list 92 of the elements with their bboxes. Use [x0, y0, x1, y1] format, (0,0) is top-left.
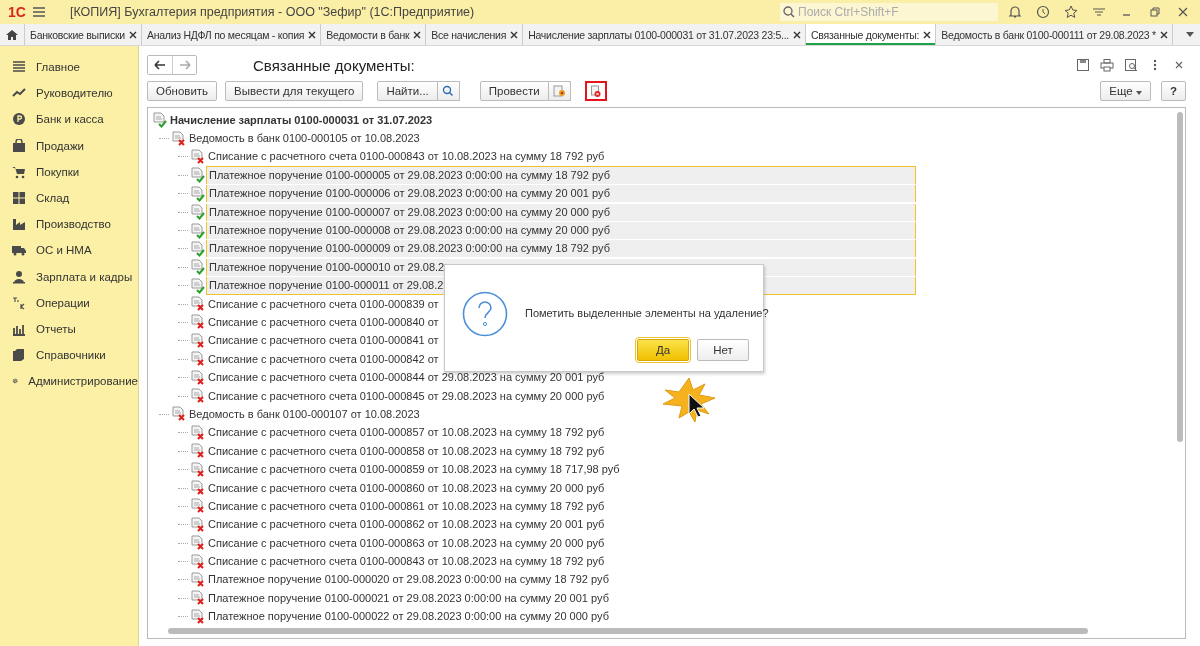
search-icon: [442, 85, 455, 97]
save-icon[interactable]: [1076, 58, 1090, 72]
tree-item[interactable]: Списание с расчетного счета 0100-000843 от 10.08.2023 на сумму 18 792 руб: [206, 148, 607, 166]
caret-icon: [1135, 91, 1142, 95]
document-stamp-icon: [552, 84, 566, 98]
form-title: Связанные документы:: [253, 56, 415, 74]
tree-item[interactable]: Платежное поручение 0100-000020 от 29.08.2023 0:00:00 на сумму 18 792 руб: [206, 571, 611, 589]
tree-item[interactable]: Ведомость в банк 0100-000107 от 10.08.2023: [187, 405, 422, 423]
close-icon[interactable]: [510, 30, 519, 39]
question-icon: [462, 291, 508, 337]
tree-item[interactable]: Платежное поручение 0100-000021 от 29.08.2023 0:00:00 на сумму 20 001 руб: [206, 589, 611, 607]
sidebar-item[interactable]: Справочники: [0, 342, 138, 369]
help-button[interactable]: ?: [1160, 81, 1186, 101]
print-icon[interactable]: [1100, 58, 1114, 72]
menu-icon[interactable]: [32, 5, 46, 19]
more-button[interactable]: Еще: [1100, 81, 1151, 101]
factory-icon: [12, 217, 26, 232]
truck-icon: [12, 243, 26, 258]
scrollbar[interactable]: [168, 628, 1088, 634]
document-delete-icon: [589, 84, 602, 98]
dialog-button[interactable]: Да: [637, 339, 689, 361]
post-button[interactable]: Провести: [479, 81, 549, 101]
sidebar-item[interactable]: ОС и НМА: [0, 237, 138, 264]
close-icon[interactable]: [128, 30, 137, 39]
tree-item[interactable]: Списание с расчетного счета 0100-000843 от 10.08.2023 на сумму 18 792 руб: [206, 553, 607, 571]
preview-icon[interactable]: [1124, 58, 1138, 72]
search-options-button[interactable]: [437, 81, 460, 101]
tree-item[interactable]: Списание с расчетного счета 0100-000840 от: [206, 314, 441, 331]
sidebar-item[interactable]: Отчеты: [0, 315, 138, 343]
close-icon[interactable]: [1159, 30, 1168, 39]
tree-item[interactable]: Платежное поручение 0100-000005 от 29.08.2023 0:00:00 на сумму 18 792 руб: [206, 166, 916, 185]
tree-item[interactable]: Платежное поручение 0100-000008 от 29.08.2023 0:00:00 на сумму 20 000 руб: [206, 222, 916, 240]
sidebar-item[interactable]: Продажи: [0, 132, 138, 159]
tree-item[interactable]: Списание с расчетного счета 0100-000859 от 10.08.2023 на сумму 18 717,98 руб: [206, 461, 622, 479]
dialog-button[interactable]: Нет: [697, 339, 749, 361]
dialog-message: Пометить выделенные элементы на удаление?: [525, 307, 769, 319]
tree-item[interactable]: Списание с расчетного счета 0100-000841 от: [206, 332, 441, 350]
tree-item[interactable]: Платежное поручение 0100-000006 от 29.08.2023 0:00:00 на сумму 20 001 руб: [206, 185, 916, 203]
close-icon[interactable]: [1176, 5, 1190, 19]
close-icon[interactable]: [413, 30, 422, 39]
window-title: [КОПИЯ] Бухгалтерия предприятия - ООО "Зефир" (1С:Предприятие): [70, 5, 475, 19]
sidebar-item[interactable]: Покупки: [0, 158, 138, 185]
tab[interactable]: Связанные документы:: [806, 24, 937, 45]
tree-item[interactable]: Списание с расчетного счета 0100-000862 от 10.08.2023 на сумму 20 001 руб: [206, 516, 607, 534]
tree-item[interactable]: Ведомость в банк 0100-000105 от 10.08.2023: [187, 130, 422, 148]
mark-deletion-button[interactable]: [584, 81, 607, 101]
grid-icon: [12, 191, 26, 206]
tree-item[interactable]: Списание с расчетного счета 0100-000842 от: [206, 350, 441, 368]
restore-icon[interactable]: [1148, 5, 1162, 19]
debit-credit-icon: [12, 295, 26, 310]
forward-arrow-icon: [178, 60, 191, 70]
tree-item[interactable]: Списание с расчетного счета 0100-000860 от 10.08.2023 на сумму 20 000 руб: [206, 479, 607, 497]
bell-icon[interactable]: [1008, 5, 1022, 19]
tree-item[interactable]: Списание с расчетного счета 0100-000844 от 29.08.2023 на сумму 20 001 руб: [206, 369, 607, 387]
tree-item[interactable]: Списание с расчетного счета 0100-000839 от: [206, 295, 441, 313]
tree-item[interactable]: Платежное поручение 0100-000009 от 29.08.2023 0:00:00 на сумму 18 792 руб: [206, 240, 916, 258]
sidebar-item[interactable]: Операции: [0, 289, 138, 316]
sidebar-item[interactable]: Администрирование: [0, 368, 138, 395]
scrollbar[interactable]: [1177, 112, 1183, 442]
back-arrow-icon: [154, 60, 166, 70]
bag-icon: [12, 138, 26, 153]
close-icon[interactable]: [308, 30, 317, 39]
tree-item[interactable]: Списание с расчетного счета 0100-000863 от 10.08.2023 на сумму 20 000 руб: [206, 534, 607, 552]
books-icon: [12, 348, 26, 363]
sidebar-item[interactable]: Производство: [0, 211, 138, 238]
app-logo[interactable]: 1С: [8, 4, 32, 20]
star-icon[interactable]: [1064, 5, 1078, 19]
history-icon[interactable]: [1036, 5, 1050, 19]
person-icon: [12, 269, 26, 284]
dropdown-icon[interactable]: [1186, 32, 1194, 37]
tree-item[interactable]: Начисление зарплаты 0100-000031 от 31.07.2023: [168, 111, 435, 129]
sidebar-item[interactable]: Банк и касса: [0, 106, 138, 133]
tree-item[interactable]: Списание с расчетного счета 0100-000857 от 10.08.2023 на сумму 18 792 руб: [206, 424, 607, 442]
home-icon[interactable]: [5, 27, 19, 42]
sidebar-item[interactable]: Главное: [0, 54, 138, 81]
tree-item[interactable]: Платежное поручение 0100-000007 от 29.08.2023 0:00:00 на сумму 20 000 руб: [206, 203, 916, 221]
toolbar-button[interactable]: Вывести для текущего: [225, 81, 364, 101]
toolbar-button[interactable]: Обновить: [147, 81, 218, 101]
find-button[interactable]: Найти...: [377, 81, 438, 101]
tree-item[interactable]: Списание с расчетного счета 0100-000861 от 10.08.2023 на сумму 18 792 руб: [206, 497, 607, 515]
sidebar-item[interactable]: Зарплата и кадры: [0, 263, 138, 290]
close-icon[interactable]: [793, 30, 802, 39]
sidebar-item[interactable]: Склад: [0, 184, 138, 212]
tree-item[interactable]: Списание с расчетного счета 0100-000858 от 10.08.2023 на сумму 18 792 руб: [206, 442, 607, 460]
tree-item[interactable]: Платежное поручение 0100-000022 от 29.08.2023 0:00:00 на сумму 20 000 руб: [206, 608, 611, 626]
coin-icon: [12, 112, 26, 127]
tree-item[interactable]: Списание с расчетного счета 0100-000845 от 29.08.2023 на сумму 20 000 руб: [206, 387, 607, 405]
close-icon[interactable]: [923, 30, 932, 39]
sidebar-item[interactable]: Руководителю: [0, 80, 138, 107]
search-field[interactable]: Поиск Ctrl+Shift+F: [780, 3, 998, 21]
list-icon: [12, 60, 26, 75]
cart-icon: [12, 164, 26, 179]
